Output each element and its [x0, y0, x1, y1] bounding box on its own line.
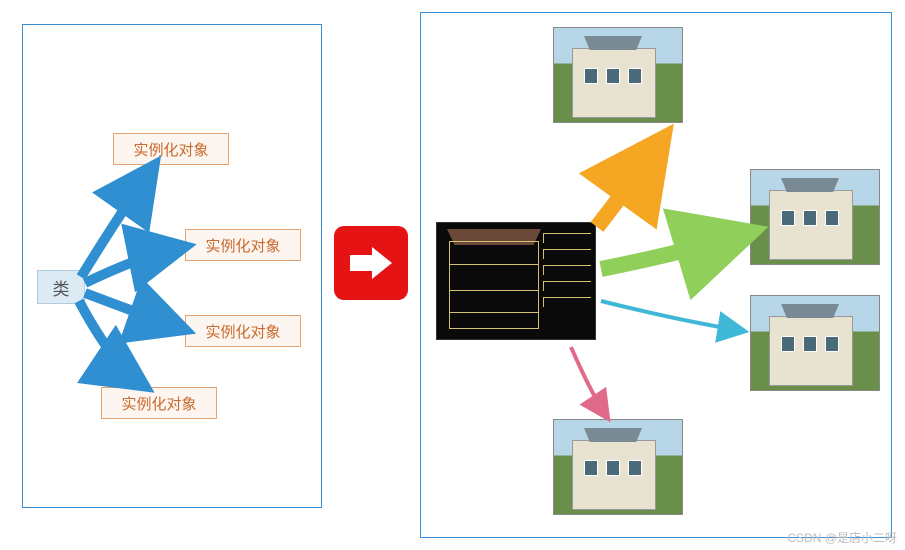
right-panel [420, 12, 892, 538]
class-label: 类 [53, 275, 70, 300]
instance-box-2: 实例化对象 [185, 229, 301, 261]
left-panel: 类 实例化对象 实例化对象 实例化对象 实例化对象 [22, 24, 322, 508]
class-box: 类 [37, 270, 85, 304]
instance-label: 实例化对象 [133, 139, 208, 160]
blue-arrow-1 [81, 167, 153, 277]
center-arrow-block [334, 226, 408, 300]
green-arrow [601, 235, 741, 269]
house-render-bottom [553, 419, 683, 515]
left-arrows [23, 25, 323, 509]
instance-box-3: 实例化对象 [185, 315, 301, 347]
instance-box-1: 实例化对象 [113, 133, 229, 165]
house-render-top [553, 27, 683, 123]
house-render-right-2 [750, 295, 880, 391]
house-render-right-1 [750, 169, 880, 265]
pink-arrow [571, 347, 607, 417]
right-arrow-icon [346, 243, 396, 283]
watermark-text: CSDN @是店小二呀 [787, 529, 897, 546]
instance-box-4: 实例化对象 [101, 387, 217, 419]
blue-arrow-4 [79, 301, 143, 385]
blue-arrow-3 [85, 293, 183, 329]
instance-label: 实例化对象 [121, 393, 196, 414]
blueprint-image [436, 222, 596, 340]
blue-arrow-2 [85, 247, 183, 283]
cyan-arrow [601, 301, 743, 331]
instance-label: 实例化对象 [205, 321, 280, 342]
orange-arrow [597, 147, 657, 227]
instance-label: 实例化对象 [205, 235, 280, 256]
